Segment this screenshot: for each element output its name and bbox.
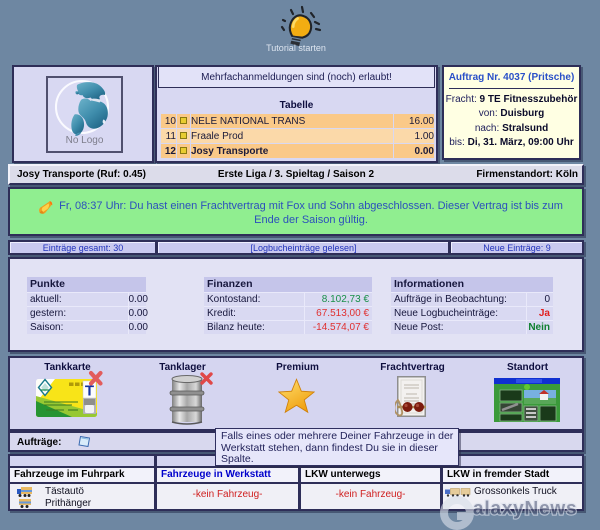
svg-text:alaxyNews: alaxyNews <box>473 499 577 520</box>
svg-text:T: T <box>85 383 94 400</box>
